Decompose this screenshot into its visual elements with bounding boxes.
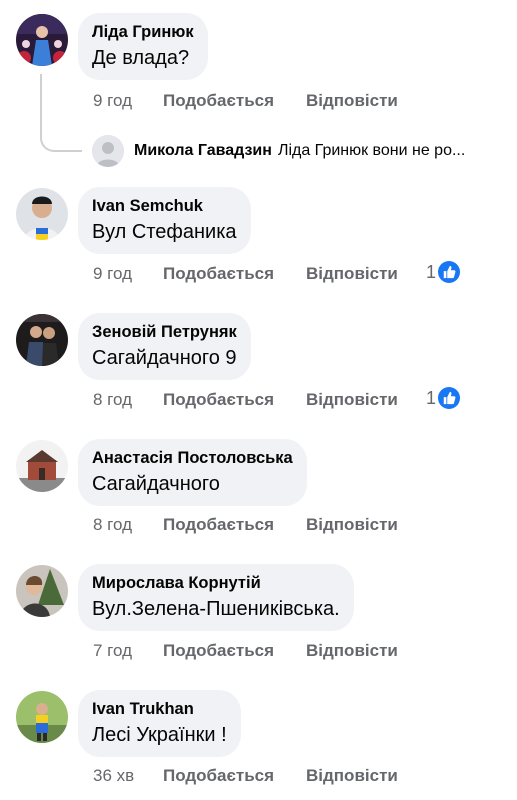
comment-actions: 8 год Подобається Відповісти	[93, 388, 426, 412]
reply-button[interactable]: Відповісти	[306, 766, 426, 786]
like-button[interactable]: Подобається	[163, 641, 306, 661]
comment-actions: 36 хв Подобається Відповісти	[93, 764, 426, 788]
comment-author[interactable]: Ліда Гринюк	[92, 22, 194, 42]
comment-bubble: Ivan Semchuk Вул Стефаника	[78, 187, 251, 254]
reply-button[interactable]: Відповісти	[306, 390, 426, 410]
like-button[interactable]: Подобається	[163, 766, 306, 786]
reply-button[interactable]: Відповісти	[306, 515, 426, 535]
comment-actions: 8 год Подобається Відповісти	[93, 513, 426, 537]
reply-button[interactable]: Відповісти	[306, 264, 426, 284]
reply-button[interactable]: Відповісти	[306, 641, 426, 661]
avatar[interactable]	[16, 565, 68, 617]
like-button[interactable]: Подобається	[163, 264, 306, 284]
comment-bubble: Ліда Гринюк Де влада?	[78, 13, 208, 80]
reply-button[interactable]: Відповісти	[306, 91, 426, 111]
reply-author[interactable]: Микола Гавадзин	[134, 142, 272, 160]
comment-bubble: Ivan Trukhan Лесі Українки !	[78, 690, 241, 757]
comment-actions: 9 год Подобається Відповісти	[93, 262, 426, 286]
reply-preview[interactable]: Микола Гавадзин Ліда Гринюк вони не ро..…	[92, 134, 465, 168]
comment-time[interactable]: 8 год	[93, 515, 163, 535]
comment-author[interactable]: Ivan Trukhan	[92, 699, 227, 719]
default-avatar-icon	[92, 135, 124, 167]
comment-actions: 7 год Подобається Відповісти	[93, 639, 426, 663]
comments-page: Ліда Гринюк Де влада? 9 год Подобається …	[0, 0, 517, 800]
avatar[interactable]	[16, 440, 68, 492]
comment-author[interactable]: Зеновій Петруняк	[92, 322, 237, 342]
reaction-count: 1	[426, 261, 437, 282]
comment-author[interactable]: Ivan Semchuk	[92, 196, 237, 216]
thumbs-up-icon	[438, 261, 461, 283]
comment-text: Сагайдачного 9	[92, 347, 237, 369]
comment-time[interactable]: 9 год	[93, 91, 163, 111]
comment-text: Сагайдачного	[92, 473, 220, 495]
avatar[interactable]	[16, 691, 68, 743]
avatar[interactable]	[16, 14, 68, 66]
like-button[interactable]: Подобається	[163, 390, 306, 410]
comment-time[interactable]: 9 год	[93, 264, 163, 284]
avatar[interactable]	[16, 188, 68, 240]
comment-text: Де влада?	[92, 47, 190, 69]
comment-time[interactable]: 7 год	[93, 641, 163, 661]
comment-text: Лесі Українки !	[92, 724, 227, 746]
thread-connector	[40, 74, 82, 152]
thumbs-up-icon	[438, 387, 461, 409]
like-button[interactable]: Подобається	[163, 91, 306, 111]
reply-text: Ліда Гринюк вони не ро...	[277, 142, 466, 159]
comment-time[interactable]: 8 год	[93, 390, 163, 410]
comment-author[interactable]: Анастасія Постоловська	[92, 448, 293, 468]
comment-time[interactable]: 36 хв	[93, 766, 163, 786]
reaction-summary[interactable]: 1	[426, 386, 461, 410]
comment-text: Вул.Зелена-Пшениківська.	[92, 598, 340, 620]
like-button[interactable]: Подобається	[163, 515, 306, 535]
comment-bubble: Зеновій Петруняк Сагайдачного 9	[78, 313, 251, 380]
comment-text: Вул Стефаника	[92, 221, 237, 243]
reaction-summary[interactable]: 1	[426, 260, 461, 284]
comment-bubble: Анастасія Постоловська Сагайдачного	[78, 439, 307, 506]
comment-author[interactable]: Мирослава Корнутій	[92, 573, 340, 593]
comment-bubble: Мирослава Корнутій Вул.Зелена-Пшениківсь…	[78, 564, 354, 631]
avatar[interactable]	[16, 314, 68, 366]
comment-actions: 9 год Подобається Відповісти	[93, 89, 426, 113]
reaction-count: 1	[426, 387, 437, 408]
